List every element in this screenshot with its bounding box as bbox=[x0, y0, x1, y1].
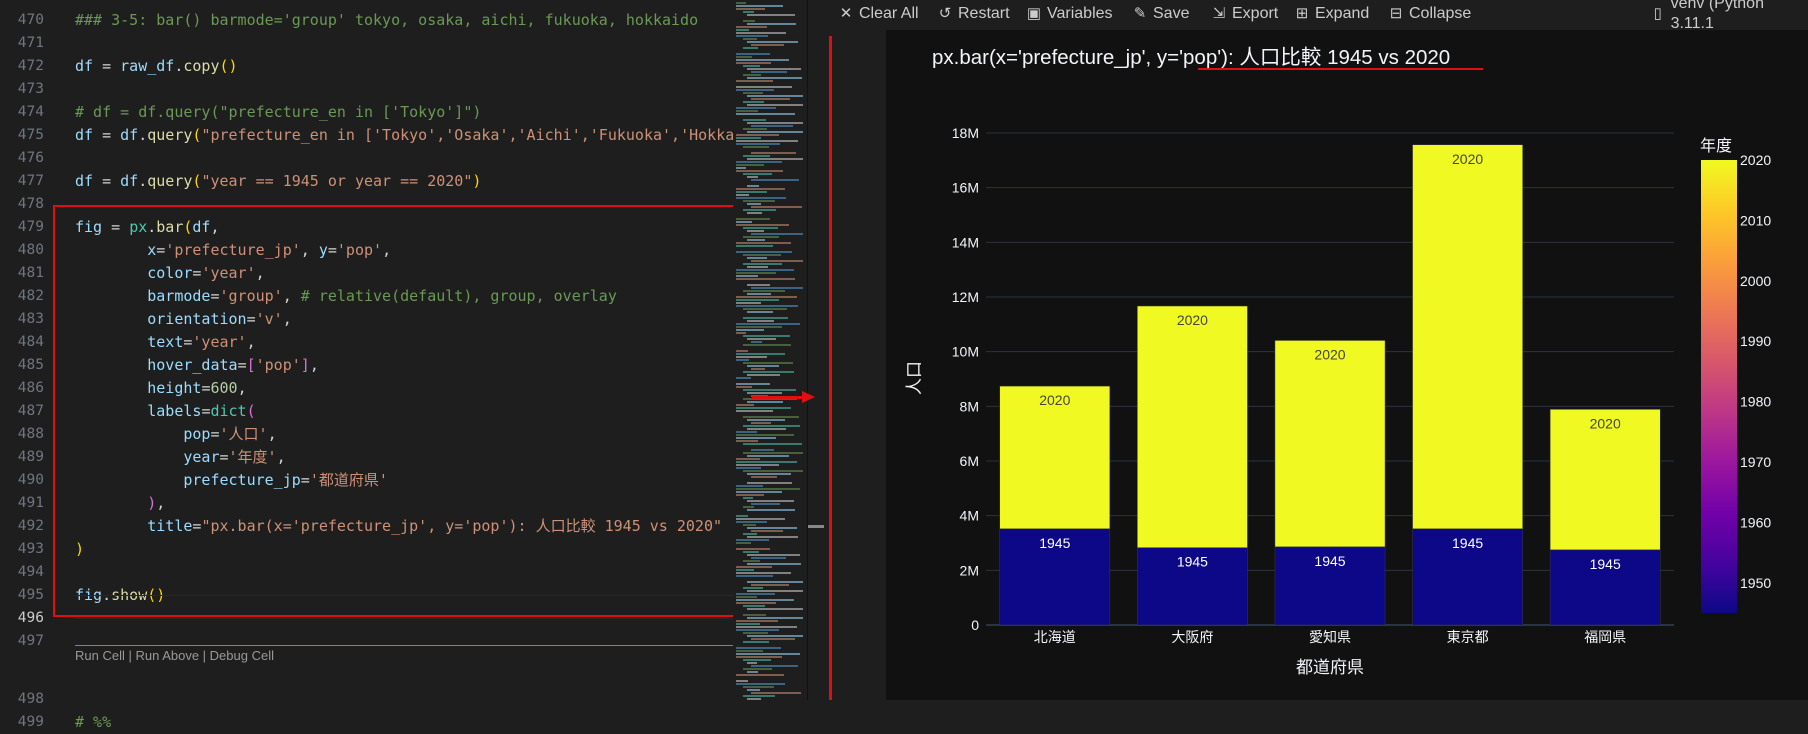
bar-label: 2020 bbox=[1590, 415, 1621, 431]
colorbar-tick-label: 2010 bbox=[1740, 212, 1771, 228]
x-tick-label: 愛知県 bbox=[1309, 629, 1351, 645]
colorbar-tick-label: 1970 bbox=[1740, 454, 1771, 470]
y-tick-label: 12M bbox=[952, 289, 979, 305]
y-tick-label: 16M bbox=[952, 180, 979, 196]
bar-label: 1945 bbox=[1177, 554, 1208, 570]
y-tick-label: 6M bbox=[960, 453, 979, 469]
y-tick-label: 0 bbox=[971, 617, 979, 633]
x-tick-label: 北海道 bbox=[1034, 629, 1076, 645]
bar-label: 2020 bbox=[1177, 312, 1208, 328]
colorbar-title: 年度 bbox=[1700, 137, 1732, 155]
x-tick-label: 東京都 bbox=[1447, 629, 1489, 645]
x-tick-label: 福岡県 bbox=[1584, 629, 1626, 645]
bar-label: 1945 bbox=[1452, 535, 1483, 551]
y-tick-label: 18M bbox=[952, 125, 979, 141]
bar-chart[interactable]: 1945 2020 1945 2020 1945 2020 1945 2020 1945 2020… bbox=[0, 0, 1808, 700]
bar-label: 1945 bbox=[1314, 553, 1345, 569]
colorbar-tick-label: 1960 bbox=[1740, 514, 1771, 530]
y-tick-label: 8M bbox=[960, 398, 979, 414]
y-tick-label: 4M bbox=[960, 508, 979, 524]
colorbar-tick-label: 1990 bbox=[1740, 333, 1771, 349]
y-tick-label: 10M bbox=[952, 344, 979, 360]
bar-label: 2020 bbox=[1452, 151, 1483, 167]
bar-label: 2020 bbox=[1314, 346, 1345, 362]
x-tick-label: 大阪府 bbox=[1171, 629, 1213, 645]
colorbar: 1950 1960 1970 1980 1990 2000 2010 2020 年度 bbox=[1700, 137, 1771, 613]
bar-label: 1945 bbox=[1039, 535, 1070, 551]
bar-label: 2020 bbox=[1039, 392, 1070, 408]
x-axis-title: 都道府県 bbox=[1296, 658, 1364, 677]
y-axis-title: 人口 bbox=[905, 361, 924, 395]
line-number: 499 bbox=[17, 714, 44, 730]
colorbar-tick-label: 1980 bbox=[1740, 394, 1771, 410]
colorbar-gradient bbox=[1701, 160, 1737, 613]
bar-label: 1945 bbox=[1590, 556, 1621, 572]
bar-2020[interactable] bbox=[1412, 144, 1523, 530]
colorbar-tick-label: 1950 bbox=[1740, 575, 1771, 591]
y-tick-label: 2M bbox=[960, 562, 979, 578]
code-text: # %% bbox=[75, 713, 112, 731]
colorbar-tick-label: 2020 bbox=[1740, 152, 1771, 168]
bar-2020[interactable] bbox=[1137, 305, 1248, 548]
colorbar-tick-label: 2000 bbox=[1740, 273, 1771, 289]
bar-2020[interactable] bbox=[1274, 340, 1386, 548]
y-tick-label: 14M bbox=[952, 234, 979, 250]
